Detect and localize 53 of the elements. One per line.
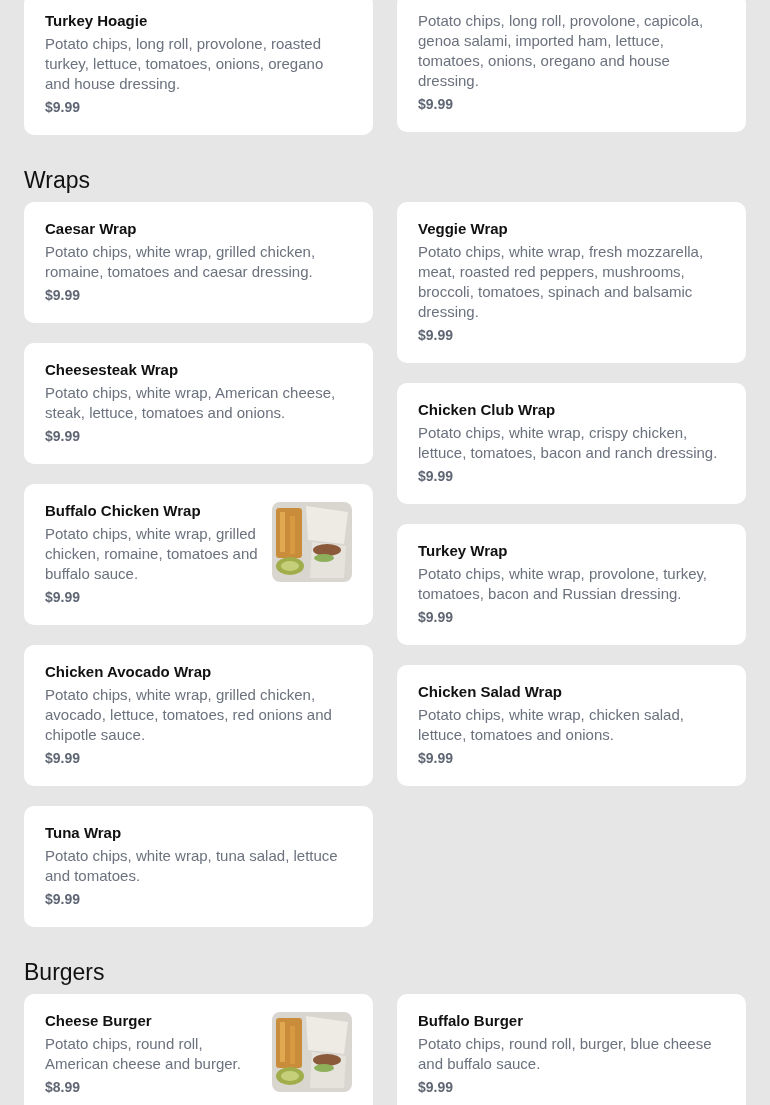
section-heading: Wraps bbox=[24, 166, 92, 195]
item-price: $9.99 bbox=[418, 1078, 455, 1097]
item-price: $9.99 bbox=[418, 95, 455, 114]
item-price: $9.99 bbox=[418, 608, 455, 627]
item-description: Potato chips, white wrap, grilled chicken, romaine, tomatoes and caesar dressing. bbox=[45, 242, 317, 282]
item-description: Potato chips, round roll, burger, blue cheese and buffalo sauce. bbox=[418, 1034, 713, 1074]
item-description: Potato chips, long roll, provolone, capicola, genoa salami, imported ham, lettuce, tomatoes, onions, oregano and house dressing. bbox=[418, 11, 705, 91]
item-name: Chicken Avocado Wrap bbox=[45, 662, 213, 682]
menu-item-card[interactable]: Tuna Wrap Potato chips, white wrap, tuna salad, lettuce and tomatoes. $9.99 bbox=[24, 806, 373, 927]
menu-item-card[interactable]: Cheesesteak Wrap Potato chips, white wrap, American cheese, steak, lettuce, tomatoes and onions. $9.99 bbox=[24, 343, 373, 464]
item-description: Potato chips, white wrap, fresh mozzarella, meat, roasted red peppers, mushrooms, broccoli, tomatoes, spinach and balsamic dressing. bbox=[418, 242, 705, 322]
item-description: Potato chips, white wrap, provolone, turkey, tomatoes, bacon and Russian dressing. bbox=[418, 564, 709, 604]
menu-item-card[interactable]: Buffalo Burger Potato chips, round roll, burger, blue cheese and buffalo sauce. $9.99 bbox=[397, 994, 746, 1105]
item-price: $9.99 bbox=[418, 467, 455, 486]
item-name: Cheesesteak Wrap bbox=[45, 360, 180, 380]
item-name: Caesar Wrap bbox=[45, 219, 138, 239]
item-name: Cheese Burger bbox=[45, 1011, 153, 1031]
item-price: $9.99 bbox=[45, 890, 82, 909]
item-price: $9.99 bbox=[45, 588, 82, 607]
menu-item-card[interactable]: Turkey Wrap Potato chips, white wrap, provolone, turkey, tomatoes, bacon and Russian dressing. $9.99 bbox=[397, 524, 746, 645]
item-price: $9.99 bbox=[45, 286, 82, 305]
item-price: $9.99 bbox=[418, 749, 455, 768]
item-price: $8.99 bbox=[45, 1078, 82, 1097]
item-description: Potato chips, white wrap, American cheese, steak, lettuce, tomatoes and onions. bbox=[45, 383, 337, 423]
menu-item-card[interactable]: Potato chips, long roll, provolone, capicola, genoa salami, imported ham, lettuce, tomatoes, onions, oregano and house dressing. $9.99 bbox=[397, 0, 746, 132]
item-name: Chicken Club Wrap bbox=[418, 400, 557, 420]
item-price: $9.99 bbox=[45, 749, 82, 768]
item-name: Buffalo Burger bbox=[418, 1011, 524, 1031]
menu-item-card[interactable]: Veggie Wrap Potato chips, white wrap, fresh mozzarella, meat, roasted red peppers, mushrooms, broccoli, tomatoes, spinach and balsamic dressing. $9.99 bbox=[397, 202, 746, 363]
item-name: Veggie Wrap bbox=[418, 219, 509, 239]
item-description: Potato chips, long roll, provolone, roasted turkey, lettuce, tomatoes, onions, oregano and house dressing. bbox=[45, 34, 325, 94]
item-price: $9.99 bbox=[45, 427, 82, 446]
item-name: Chicken Salad Wrap bbox=[418, 682, 563, 702]
item-name: Turkey Hoagie bbox=[45, 11, 149, 31]
item-description: Potato chips, white wrap, crispy chicken, lettuce, tomatoes, bacon and ranch dressing. bbox=[418, 423, 719, 463]
item-description: Potato chips, white wrap, grilled chicken, avocado, lettuce, tomatoes, red onions and chipotle sauce. bbox=[45, 685, 333, 745]
menu-item-card[interactable]: Chicken Club Wrap Potato chips, white wrap, crispy chicken, lettuce, tomatoes, bacon and ranch dressing. $9.99 bbox=[397, 383, 746, 504]
menu-item-card[interactable]: Chicken Avocado Wrap Potato chips, white wrap, grilled chicken, avocado, lettuce, tomatoes, red onions and chipotle sauce. $9.99 bbox=[24, 645, 373, 786]
menu-item-card[interactable]: Cheese Burger Potato chips, round roll, American cheese and burger. $8.99 bbox=[24, 994, 373, 1105]
item-name: Turkey Wrap bbox=[418, 541, 509, 561]
menu-item-card[interactable]: Turkey Hoagie Potato chips, long roll, provolone, roasted turkey, lettuce, tomatoes, onions, oregano and house dressing. $9.99 bbox=[24, 0, 373, 135]
item-description: Potato chips, white wrap, chicken salad, lettuce, tomatoes and onions. bbox=[418, 705, 685, 745]
item-description: Potato chips, white wrap, grilled chicken, romaine, tomatoes and buffalo sauce. bbox=[45, 524, 259, 584]
item-description: Potato chips, round roll, American cheese and burger. bbox=[45, 1034, 242, 1074]
item-description: Potato chips, white wrap, tuna salad, lettuce and tomatoes. bbox=[45, 846, 339, 886]
item-price: $9.99 bbox=[418, 326, 455, 345]
item-name: Tuna Wrap bbox=[45, 823, 123, 843]
menu-item-card[interactable]: Chicken Salad Wrap Potato chips, white wrap, chicken salad, lettuce, tomatoes and onions. $9.99 bbox=[397, 665, 746, 786]
item-name: Buffalo Chicken Wrap bbox=[45, 501, 202, 521]
menu-item-card[interactable]: Buffalo Chicken Wrap Potato chips, white wrap, grilled chicken, romaine, tomatoes and buffalo sauce. $9.99 bbox=[24, 484, 373, 625]
section-heading: Burgers bbox=[24, 958, 106, 987]
item-price: $9.99 bbox=[45, 98, 82, 117]
menu-item-card[interactable]: Caesar Wrap Potato chips, white wrap, grilled chicken, romaine, tomatoes and caesar dressing. $9.99 bbox=[24, 202, 373, 323]
